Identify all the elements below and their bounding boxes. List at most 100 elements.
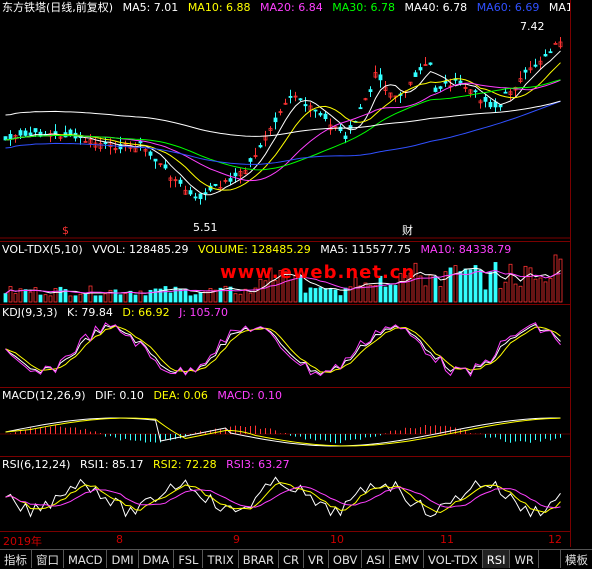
ma20-line [5,79,561,182]
volume-bar [368,284,373,303]
kdj-title: KDJ(9,3,3) [2,306,58,319]
candle-body [433,87,438,92]
candle-body [8,133,13,140]
volume-bar [493,262,498,303]
tab-rsi[interactable]: RSI [482,550,511,568]
date-label-9: 9 [233,533,240,546]
volume-bar [518,285,523,303]
high-price-label: 7.42 [520,20,545,33]
volume-bar [463,268,468,303]
stock-title: 东方铁塔(日线,前复权) [2,1,114,14]
kdj-j-value: J: 105.70 [179,306,229,319]
candle-body [198,193,203,200]
candle-body [248,158,253,162]
macd-title: MACD(12,26,9) [2,389,86,402]
candle-body [188,190,193,195]
volume-bar [428,274,433,303]
volume-bar [303,292,308,303]
tab-dma[interactable]: DMA [139,550,175,568]
volume-bar [553,254,558,303]
volume-bar [263,280,268,303]
volume-bar [453,265,458,303]
low-price-label: 5.51 [193,221,218,234]
volume-bar [28,291,33,303]
candle-body [533,64,538,67]
candle-body [228,178,233,182]
kdj-panel[interactable]: KDJ(9,3,3) K: 79.84 D: 66.92 J: 105.70 [0,305,570,388]
candle-body [33,128,38,133]
tab-indicator[interactable]: 指标 [0,550,32,568]
tab-window[interactable]: 窗口 [32,550,64,568]
price-panel[interactable]: 东方铁塔(日线,前复权) MA5: 7.01 MA10: 6.88 MA20: … [0,0,570,242]
tab-macd[interactable]: MACD [64,550,108,568]
vol-ma10-value: MA10: 84338.79 [420,243,512,256]
kdj-d-line [5,325,561,373]
candle-body [288,95,293,98]
candle-body [523,69,528,73]
tab-fsl[interactable]: FSL [174,550,204,568]
tab-emv[interactable]: EMV [390,550,424,568]
candle-body [213,183,218,186]
volume-bar [383,286,388,303]
candle-body [553,42,558,45]
candle-body [203,192,208,195]
ma30-value: MA30: 6.78 [332,1,395,14]
ma120-value: MA12 [548,1,570,14]
tab-asi[interactable]: ASI [362,550,390,568]
macd-macd-value: MACD: 0.10 [217,389,283,402]
macd-panel[interactable]: MACD(12,26,9) DIF: 0.10 DEA: 0.06 MACD: … [0,388,570,457]
volume-bar [313,288,318,303]
tab-trix[interactable]: TRIX [203,550,239,568]
volume-bar [168,292,173,303]
macd-dif-value: DIF: 0.10 [95,389,144,402]
ma5-line [5,50,561,196]
volume-bar [23,289,28,303]
candle-body [138,141,143,144]
candle-body [298,98,303,101]
ma60-line [5,100,561,165]
event-marker-dollar: $ [62,224,69,237]
date-axis: 2019年 8 9 10 11 12 [0,532,570,548]
candle-body [53,131,58,134]
tab-brar[interactable]: BRAR [239,550,280,568]
volume-bar [533,278,538,303]
tab-cr[interactable]: CR [279,550,305,568]
volume-bar [558,258,563,303]
macd-dea-value: DEA: 0.06 [153,389,208,402]
rsi1-value: RSI1: 85.17 [79,458,144,471]
volume-bar [78,293,83,303]
volume-bar [333,289,338,303]
tab-template[interactable]: 模板 [560,550,592,568]
tab-vol-tdx[interactable]: VOL-TDX [424,550,483,568]
candle-body [313,109,318,112]
indicator-tab-bar: 指标 窗口 MACD DMI DMA FSL TRIX BRAR CR VR O… [0,549,592,569]
candle-body [148,151,153,156]
tab-obv[interactable]: OBV [329,550,363,568]
candle-body [418,67,423,71]
date-label-10: 10 [330,533,344,546]
candle-body [543,54,548,57]
volume-bar [373,284,378,303]
candle-body [103,142,108,144]
tab-vr[interactable]: VR [304,550,329,568]
tab-wr[interactable]: WR [510,550,539,568]
tab-dmi[interactable]: DMI [107,550,139,568]
candle-body [23,130,28,136]
volume-bar [323,288,328,303]
volume-bar [178,288,183,303]
price-header: 东方铁塔(日线,前复权) MA5: 7.01 MA10: 6.88 MA20: … [2,1,570,14]
volume-bar [288,279,293,303]
kdj-k-value: K: 79.84 [67,306,113,319]
volume-bar [548,278,553,303]
rsi-panel[interactable]: RSI(6,12,24) RSI1: 85.17 RSI2: 72.28 RSI… [0,457,570,532]
volume-bar [118,294,123,303]
volume-bar [388,284,393,303]
volume-bar [248,292,253,303]
volume-bar [523,265,528,303]
candle-body [428,62,433,65]
volume-bar [228,286,233,303]
volume-bar [93,295,98,303]
rsi-title: RSI(6,12,24) [2,458,71,471]
volume-bar [143,295,148,303]
candle-body [178,179,183,184]
